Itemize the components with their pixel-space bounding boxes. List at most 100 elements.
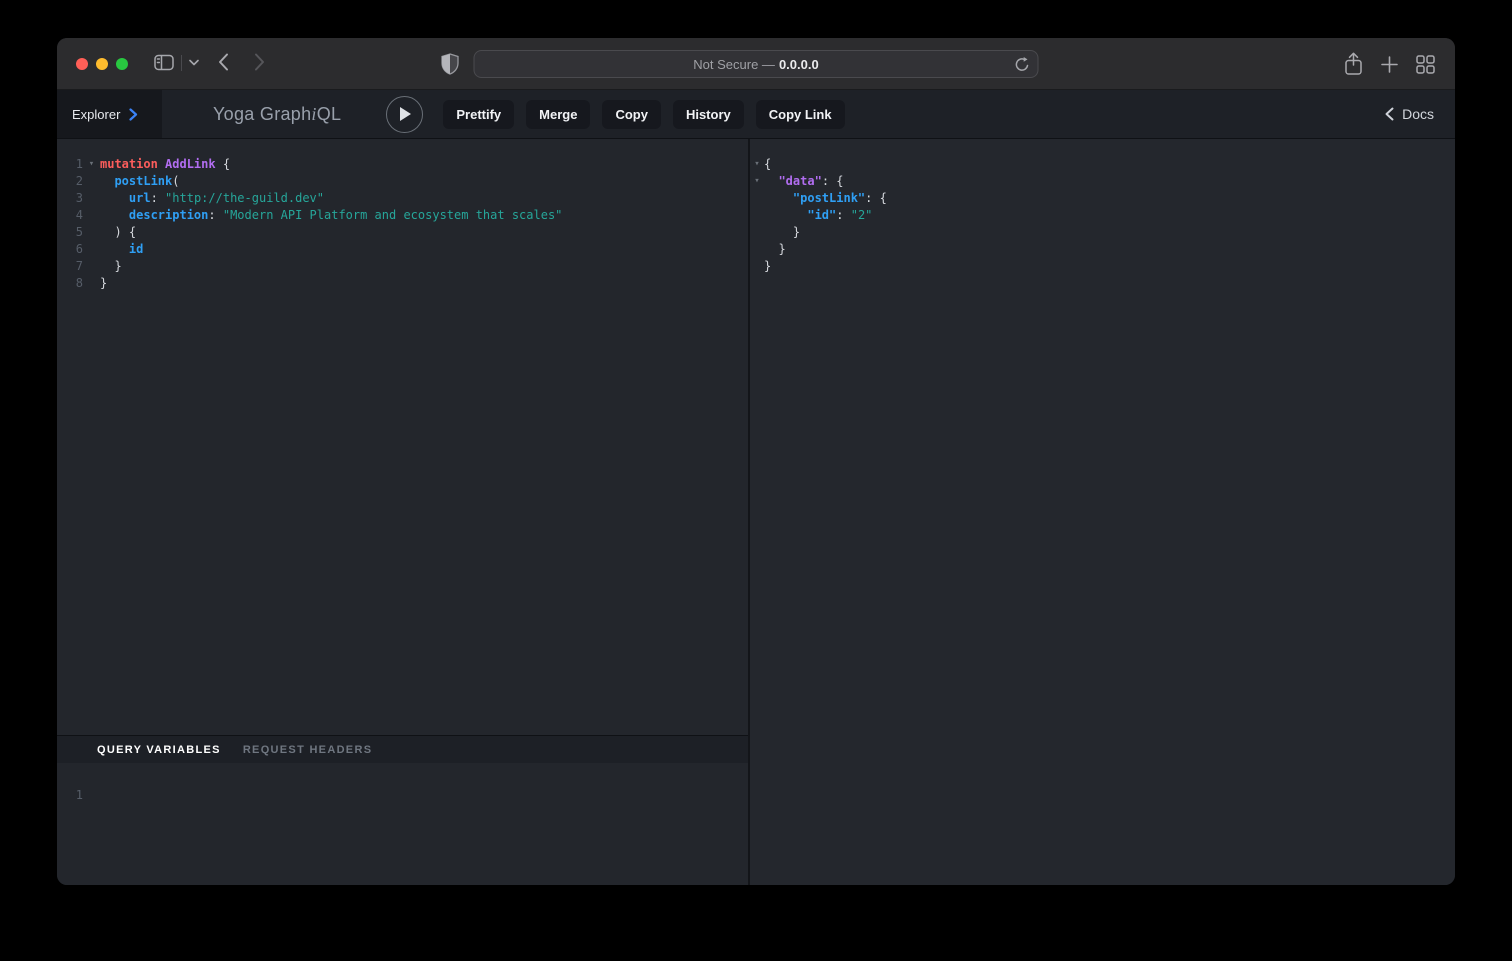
fold-gutter — [83, 275, 100, 292]
chevron-down-icon[interactable] — [189, 59, 199, 66]
code-text: { — [764, 156, 771, 173]
code-line: 5 ) { — [57, 224, 748, 241]
line-number: 1 — [57, 787, 83, 804]
share-icon[interactable] — [1344, 52, 1363, 76]
code-line: 6 id — [57, 241, 748, 258]
graphiql-toolbar: Explorer Yoga GraphiQL Prettify Merge Copy… — [57, 90, 1455, 139]
line-number: 4 — [57, 207, 83, 224]
chevron-left-icon — [1385, 107, 1394, 121]
copy-button[interactable]: Copy — [602, 100, 661, 129]
code-text: "data": { — [764, 173, 844, 190]
browser-window: Not Secure — 0.0.0.0 — [57, 38, 1455, 885]
url-security-status: Not Secure — — [693, 57, 775, 72]
divider — [181, 55, 182, 71]
fold-gutter — [750, 190, 764, 207]
line-number: 8 — [57, 275, 83, 292]
fold-arrow-icon[interactable]: ▾ — [750, 156, 764, 173]
history-button[interactable]: History — [673, 100, 744, 129]
fold-gutter — [83, 190, 100, 207]
play-icon — [398, 106, 412, 122]
close-window-button[interactable] — [76, 58, 88, 70]
docs-button[interactable]: Docs — [1385, 106, 1434, 122]
code-line: 8} — [57, 275, 748, 292]
code-text: } — [764, 224, 800, 241]
code-line: "id": "2" — [750, 207, 1455, 224]
code-text: postLink( — [100, 173, 179, 190]
code-text: "id": "2" — [764, 207, 872, 224]
forward-icon[interactable] — [254, 53, 265, 71]
fold-gutter — [83, 241, 100, 258]
line-number: 6 — [57, 241, 83, 258]
new-tab-icon[interactable] — [1381, 56, 1398, 73]
code-text: url: "http://the-guild.dev" — [100, 190, 324, 207]
code-line: 3 url: "http://the-guild.dev" — [57, 190, 748, 207]
prettify-button[interactable]: Prettify — [443, 100, 514, 129]
code-line: 4 description: "Modern API Platform and … — [57, 207, 748, 224]
line-number: 7 — [57, 258, 83, 275]
fold-gutter — [750, 207, 764, 224]
zoom-window-button[interactable] — [116, 58, 128, 70]
code-line: } — [750, 241, 1455, 258]
execute-query-button[interactable] — [386, 96, 423, 133]
tab-query-variables[interactable]: QUERY VARIABLES — [97, 744, 221, 756]
shield-icon[interactable] — [441, 53, 459, 75]
sidebar-toggle-group — [154, 54, 199, 71]
query-editor[interactable]: 1▾mutation AddLink {2 postLink(3 url: "h… — [57, 139, 748, 735]
code-line: 7 } — [57, 258, 748, 275]
editor-panes: 1▾mutation AddLink {2 postLink(3 url: "h… — [57, 139, 1455, 885]
code-line: 1▾mutation AddLink { — [57, 156, 748, 173]
fold-gutter — [83, 207, 100, 224]
code-text: } — [100, 275, 107, 292]
chevron-right-icon — [129, 108, 138, 121]
merge-button[interactable]: Merge — [526, 100, 590, 129]
fold-gutter — [750, 241, 764, 258]
tab-overview-icon[interactable] — [1416, 55, 1435, 74]
query-variables-editor[interactable]: 1 — [57, 763, 748, 885]
response-viewer: ▾{▾ "data": { "postLink": { "id": "2" } … — [750, 139, 1455, 885]
address-bar[interactable]: Not Secure — 0.0.0.0 — [474, 50, 1039, 78]
traffic-lights — [76, 58, 128, 70]
reload-icon[interactable] — [1015, 56, 1030, 73]
fold-arrow-icon[interactable]: ▾ — [750, 173, 764, 190]
sidebar-toggle-icon[interactable] — [154, 54, 174, 71]
fold-gutter — [83, 258, 100, 275]
code-line: ▾{ — [750, 156, 1455, 173]
code-text: mutation AddLink { — [100, 156, 230, 173]
docs-label: Docs — [1402, 106, 1434, 122]
code-line: 2 postLink( — [57, 173, 748, 190]
minimize-window-button[interactable] — [96, 58, 108, 70]
code-line: 1 — [57, 787, 748, 804]
toolbar-buttons: Prettify Merge Copy History Copy Link — [443, 100, 844, 129]
code-text: } — [100, 258, 122, 275]
fold-gutter — [750, 224, 764, 241]
url-host: 0.0.0.0 — [779, 57, 819, 72]
line-number: 3 — [57, 190, 83, 207]
query-pane: 1▾mutation AddLink {2 postLink(3 url: "h… — [57, 139, 748, 885]
code-text: } — [764, 258, 771, 275]
secondary-editor-tabs: QUERY VARIABLES REQUEST HEADERS — [57, 735, 748, 763]
code-line: "postLink": { — [750, 190, 1455, 207]
code-text: description: "Modern API Platform and ec… — [100, 207, 562, 224]
tab-request-headers[interactable]: REQUEST HEADERS — [243, 744, 373, 756]
fold-arrow-icon[interactable]: ▾ — [83, 156, 100, 173]
code-line: ▾ "data": { — [750, 173, 1455, 190]
chrome-right-icons — [1344, 52, 1435, 76]
app-logo: Yoga GraphiQL — [213, 104, 341, 125]
browser-chrome: Not Secure — 0.0.0.0 — [57, 38, 1455, 90]
code-text: ) { — [100, 224, 136, 241]
code-line: } — [750, 258, 1455, 275]
explorer-label: Explorer — [72, 107, 120, 122]
line-number: 2 — [57, 173, 83, 190]
explorer-toggle[interactable]: Explorer — [57, 90, 162, 138]
code-text: "postLink": { — [764, 190, 887, 207]
copy-link-button[interactable]: Copy Link — [756, 100, 845, 129]
fold-gutter — [750, 258, 764, 275]
back-icon[interactable] — [218, 53, 229, 71]
fold-gutter — [83, 224, 100, 241]
fold-gutter — [83, 173, 100, 190]
code-line: } — [750, 224, 1455, 241]
code-text: } — [764, 241, 786, 258]
line-number: 5 — [57, 224, 83, 241]
line-number: 1 — [57, 156, 83, 173]
code-text: id — [100, 241, 143, 258]
